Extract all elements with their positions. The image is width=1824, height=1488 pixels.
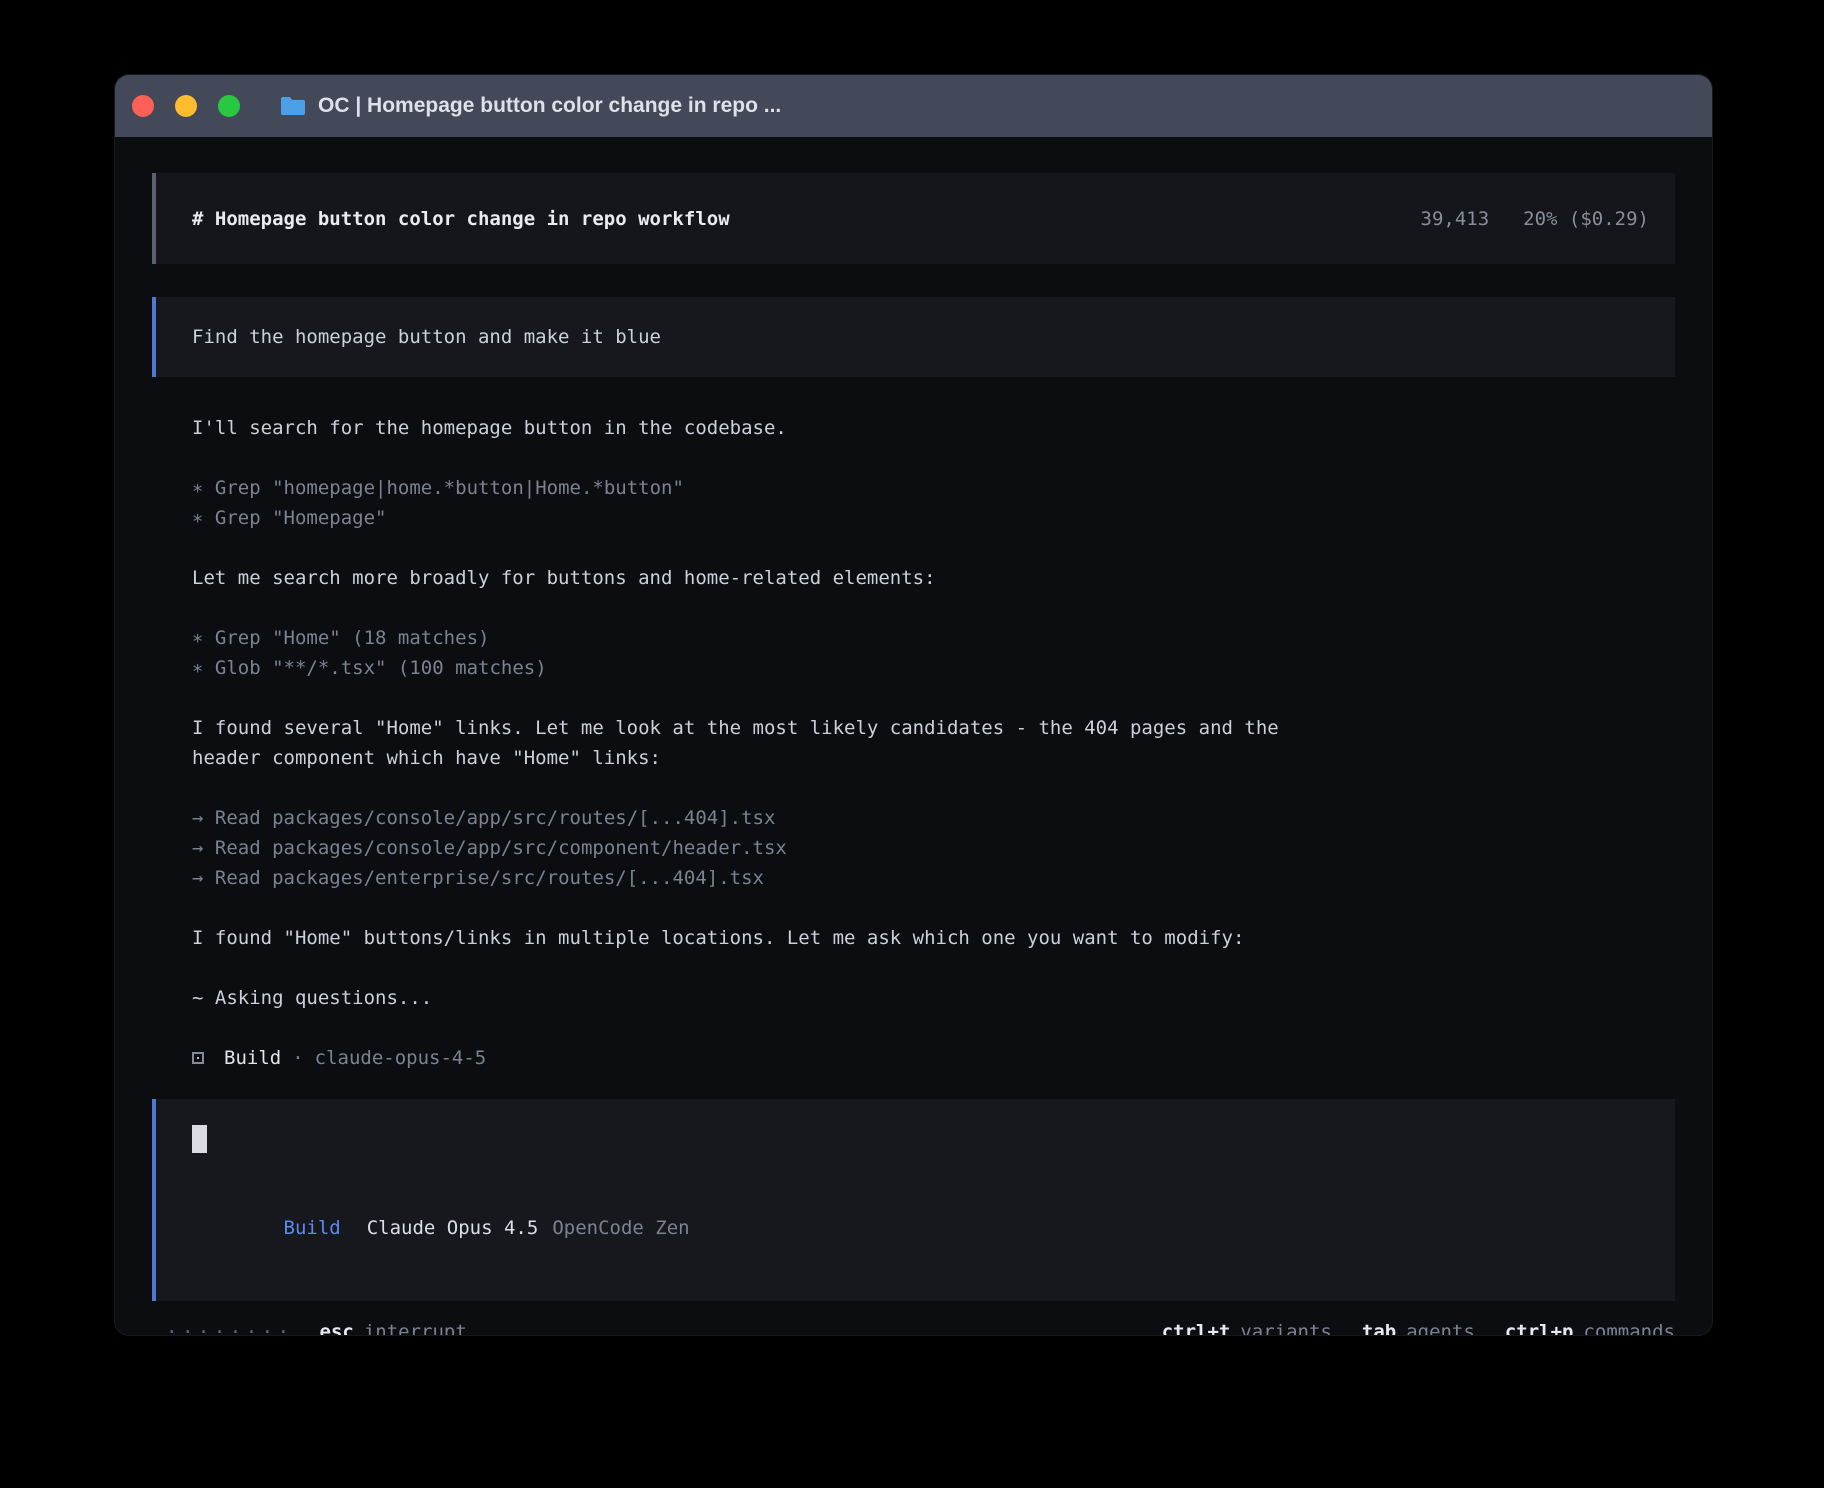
assistant-text: I'll search for the homepage button in t… [192,413,1322,443]
asterisk-icon: ∗ [192,627,203,649]
model-id: claude-opus-4-5 [315,1043,487,1073]
shortcut-label: agents [1406,1321,1475,1335]
shortcut-commands: ctrl+p commands [1505,1317,1675,1335]
assistant-text: I found "Home" buttons/links in multiple… [192,923,1322,953]
esc-action-label: interrupt [364,1317,467,1335]
input-meta: Build Claude Opus 4.5 OpenCode Zen [192,1183,1639,1273]
shortcut-key: tab [1362,1321,1396,1335]
tool-call-label: Grep "Home" (18 matches) [215,627,490,649]
provider-label: OpenCode Zen [552,1217,689,1239]
asterisk-icon: ∗ [192,477,203,499]
user-message: Find the homepage button and make it blu… [152,297,1675,377]
shortcut-label: variants [1240,1321,1332,1335]
token-count: 39,413 [1421,208,1490,230]
assistant-status-text: ~ Asking questions... [192,983,1322,1013]
arrow-right-icon: → [192,807,203,829]
context-usage: 20% ($0.29) [1523,208,1649,230]
status-bar: ········ esc interrupt ctrl+t variants ta… [152,1317,1675,1335]
status-bar-left: ········ esc interrupt [152,1317,467,1335]
terminal-window: OC | Homepage button color change in rep… [115,75,1712,1335]
tool-call-grep: ∗ Grep "Homepage" [192,503,1675,533]
terminal-content: # Homepage button color change in repo w… [115,137,1712,1335]
tool-call-read: → Read packages/console/app/src/routes/[… [192,803,1675,833]
spinner-dots-icon: ········ [166,1317,294,1335]
input-cursor [192,1125,207,1153]
tool-call-grep: ∗ Grep "homepage|home.*button|Home.*butt… [192,473,1675,503]
assistant-text: Let me search more broadly for buttons a… [192,563,1322,593]
tool-call-label: Read packages/console/app/src/routes/[..… [215,807,776,829]
shortcut-agents: tab agents [1362,1317,1475,1335]
tool-call-label: Read packages/enterprise/src/routes/[...… [215,867,764,889]
arrow-right-icon: → [192,867,203,889]
asterisk-icon: ∗ [192,657,203,679]
arrow-right-icon: → [192,837,203,859]
window-title: OC | Homepage button color change in rep… [318,94,781,118]
tool-call-glob: ∗ Glob "**/*.tsx" (100 matches) [192,653,1675,683]
assistant-text: I found several "Home" links. Let me loo… [192,713,1322,773]
user-message-text: Find the homepage button and make it blu… [192,326,661,348]
shortcut-variants: ctrl+t variants [1162,1317,1332,1335]
prompt-input[interactable]: Build Claude Opus 4.5 OpenCode Zen [152,1099,1675,1301]
tool-call-label: Grep "homepage|home.*button|Home.*button… [215,477,684,499]
shortcut-label: commands [1583,1321,1675,1335]
asterisk-icon: ∗ [192,507,203,529]
tool-call-label: Grep "Homepage" [215,507,387,529]
session-title: # Homepage button color change in repo w… [192,208,730,230]
close-window-button[interactable] [132,95,154,117]
tool-call-label: Read packages/console/app/src/component/… [215,837,787,859]
agent-status-line: Build · claude-opus-4-5 [152,1043,1675,1073]
session-header: # Homepage button color change in repo w… [152,173,1675,264]
shortcut-key: ctrl+t [1162,1321,1231,1335]
agent-mode-label: Build [284,1217,341,1239]
window-titlebar[interactable]: OC | Homepage button color change in rep… [115,75,1712,137]
folder-icon [280,95,306,117]
zoom-window-button[interactable] [218,95,240,117]
traffic-lights [132,95,261,117]
shortcut-key: ctrl+p [1505,1321,1574,1335]
model-label: Claude Opus 4.5 [367,1217,539,1239]
status-bar-right: ctrl+t variants tab agents ctrl+p commands [1132,1317,1675,1335]
tool-call-label: Glob "**/*.tsx" (100 matches) [215,657,547,679]
tool-call-read: → Read packages/console/app/src/componen… [192,833,1675,863]
agent-badge-icon [192,1052,204,1064]
tool-call-read: → Read packages/enterprise/src/routes/[.… [192,863,1675,893]
esc-key-hint: esc [320,1317,354,1335]
assistant-transcript: I'll search for the homepage button in t… [152,413,1675,1013]
tool-call-grep: ∗ Grep "Home" (18 matches) [192,623,1675,653]
status-separator: · [292,1043,303,1073]
agent-name: Build [224,1043,281,1073]
session-stats: 39,413 20% ($0.29) [1421,208,1649,230]
minimize-window-button[interactable] [175,95,197,117]
